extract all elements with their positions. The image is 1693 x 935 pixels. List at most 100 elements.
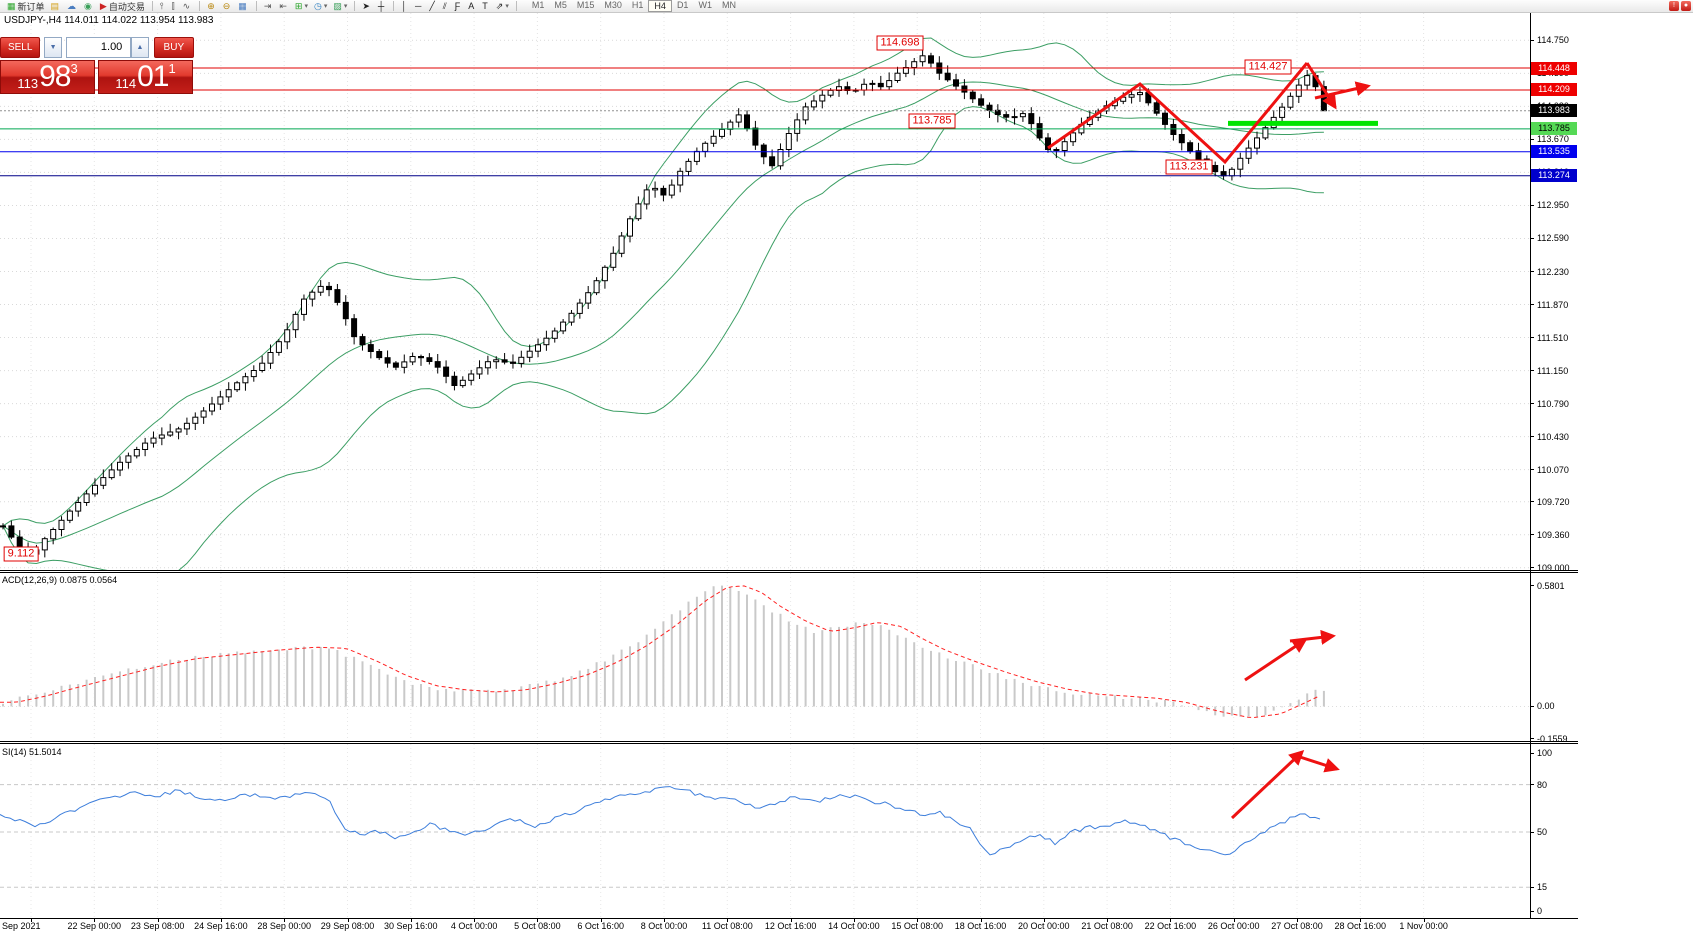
y-tick-dash <box>1530 370 1534 371</box>
time-label: 28 Oct 16:00 <box>1335 921 1387 931</box>
time-label: 22 Oct 16:00 <box>1145 921 1197 931</box>
time-label: 8 Oct 00:00 <box>641 921 688 931</box>
y-tick-dash <box>1530 534 1534 535</box>
price-annotation-label: 114.698 <box>877 36 924 51</box>
y-tick-label: 0.00 <box>1537 701 1555 711</box>
cursor-icon[interactable]: ➤ <box>359 0 375 12</box>
price-badge: 113.983 <box>1531 104 1577 117</box>
time-label: 26 Oct 00:00 <box>1208 921 1260 931</box>
trendline-icon[interactable]: ╱ <box>426 0 439 12</box>
fibonacci-icon[interactable]: Ƒ <box>452 0 466 12</box>
y-tick-label: 114.750 <box>1537 35 1569 45</box>
vertical-line-icon[interactable]: │ <box>398 0 412 12</box>
y-tick-dash <box>1530 436 1534 437</box>
chat-icon[interactable]: ☁ <box>64 0 81 12</box>
price-annotation-label: 9.112 <box>4 547 39 562</box>
zoom-out-icon[interactable]: ⊖ <box>220 0 236 12</box>
chat-icon: ☁ <box>67 1 76 12</box>
y-tick-label: 112.590 <box>1537 233 1569 243</box>
sell-price-display[interactable]: 113 98 3 <box>0 60 95 94</box>
equidistant-channel-icon[interactable]: ⫽ <box>440 0 452 12</box>
timeframe-W1[interactable]: W1 <box>693 0 717 12</box>
one-click-trading-panel: SELL ▼ 1.00 ▲ BUY 113 98 3 114 01 1 <box>0 37 194 94</box>
y-tick-label: 100 <box>1537 748 1552 758</box>
auto-trading-button: ▶ <box>100 1 107 12</box>
chart-candles-icon[interactable]: ⫿ <box>169 0 180 12</box>
y-tick-label: 110.070 <box>1537 465 1569 475</box>
toolbar-separator <box>354 1 355 11</box>
buy-button[interactable]: BUY <box>154 37 194 58</box>
time-label: 29 Sep 08:00 <box>321 921 375 931</box>
sell-price-sup: 3 <box>70 62 77 75</box>
buy-price-sup: 1 <box>168 62 175 75</box>
price-annotation-label: 113.785 <box>909 114 956 129</box>
time-label: 22 Sep 00:00 <box>68 921 122 931</box>
buy-price-display[interactable]: 114 01 1 <box>98 60 193 94</box>
rsi-panel-canvas[interactable] <box>0 744 1530 918</box>
time-label: 5 Oct 08:00 <box>514 921 561 931</box>
dropdown-arrow-icon: ▾ <box>324 2 328 10</box>
chart-candles-icon: ⫿ <box>172 1 175 12</box>
timeframe-MN[interactable]: MN <box>717 0 741 12</box>
time-label: 20 Oct 00:00 <box>1018 921 1070 931</box>
timeframe-M30[interactable]: M30 <box>599 0 627 12</box>
dropdown-arrow-icon: ▾ <box>344 2 348 10</box>
template-icon[interactable]: ▨▾ <box>330 0 350 12</box>
timeframe-M1[interactable]: M1 <box>527 0 550 12</box>
signal-icon[interactable]: ◉ <box>81 0 97 12</box>
chart-line-icon[interactable]: ∿ <box>180 0 196 12</box>
period-icon[interactable]: ◷▾ <box>311 0 330 12</box>
arrows-icon[interactable]: ⇗▾ <box>493 0 512 12</box>
chart-shift-icon[interactable]: ⇤ <box>276 0 292 12</box>
timeframe-H1[interactable]: H1 <box>627 0 649 12</box>
zoom-in-icon: ⊕ <box>207 1 215 12</box>
y-tick-dash <box>1530 832 1534 833</box>
panel-separator[interactable] <box>0 741 1578 744</box>
timeframe-M5[interactable]: M5 <box>549 0 572 12</box>
auto-trading-button[interactable]: ▶自动交易 <box>97 0 148 12</box>
macd-panel-canvas[interactable] <box>0 573 1530 741</box>
add-indicator-icon[interactable]: ⊞▾ <box>292 0 311 12</box>
new-order-button-label: 新订单 <box>18 0 45 13</box>
horizontal-line-icon[interactable]: ─ <box>412 0 426 12</box>
market-watch-icon[interactable]: ▤ <box>48 0 65 12</box>
volume-input[interactable]: 1.00 <box>66 37 132 58</box>
news-icon[interactable]: ● <box>1681 1 1691 11</box>
dropdown-arrow-icon: ▾ <box>304 2 308 10</box>
crosshair-icon: ┼ <box>378 1 384 12</box>
alert-icon[interactable]: ! <box>1669 1 1679 11</box>
volume-increase-button[interactable]: ▲ <box>131 37 148 58</box>
y-tick-dash <box>1530 753 1534 754</box>
zoom-in-icon[interactable]: ⊕ <box>204 0 220 12</box>
y-tick-label: 111.150 <box>1537 366 1568 376</box>
timeframe-M15[interactable]: M15 <box>572 0 600 12</box>
template-icon: ▨ <box>333 1 342 12</box>
sell-button[interactable]: SELL <box>0 37 40 58</box>
chart-shift-icon: ⇤ <box>279 1 287 12</box>
time-label: 6 Oct 16:00 <box>577 921 624 931</box>
time-label: 21 Oct 08:00 <box>1081 921 1133 931</box>
period-icon: ◷ <box>314 1 322 12</box>
tile-windows-icon[interactable]: ▦ <box>235 0 252 12</box>
volume-decrease-button[interactable]: ▼ <box>44 37 61 58</box>
y-tick-label: 110.790 <box>1537 399 1569 409</box>
crosshair-icon[interactable]: ┼ <box>375 0 389 12</box>
price-badge: 114.448 <box>1531 62 1577 75</box>
text-icon[interactable]: A <box>465 0 479 12</box>
timeframe-D1[interactable]: D1 <box>672 0 694 12</box>
market-watch-icon: ▤ <box>51 1 60 12</box>
equidistant-channel-icon: ⫽ <box>443 1 447 12</box>
panel-separator[interactable] <box>0 570 1578 573</box>
timeframe-H4[interactable]: H4 <box>648 0 672 12</box>
chart-bars-icon[interactable]: ⫯ <box>157 0 169 12</box>
label-icon[interactable]: T <box>479 0 493 12</box>
y-tick-dash <box>1530 40 1534 41</box>
main-chart-canvas[interactable] <box>0 13 1530 570</box>
new-order-button[interactable]: ▦新订单 <box>4 0 48 12</box>
trendline-icon: ╱ <box>429 1 434 12</box>
price-badge: 113.785 <box>1531 122 1577 135</box>
auto-scroll-icon[interactable]: ⇥ <box>261 0 277 12</box>
cursor-icon: ➤ <box>362 1 370 12</box>
horizontal-line-icon: ─ <box>415 1 421 12</box>
y-tick-label: 0 <box>1537 906 1542 916</box>
